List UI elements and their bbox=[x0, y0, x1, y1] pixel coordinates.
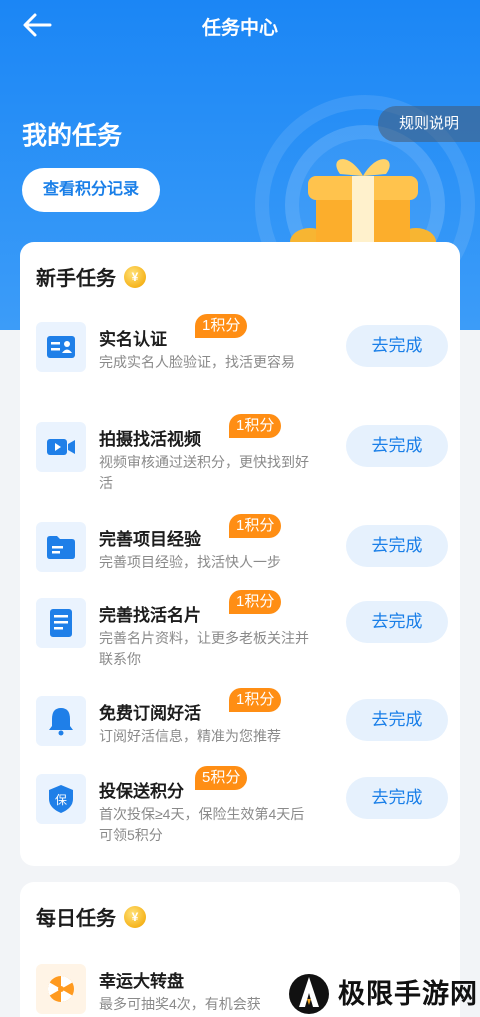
task-description: 最多可抽奖4次，有机会获 bbox=[99, 996, 261, 1012]
watermark: 极限手游网 bbox=[288, 966, 480, 1017]
hero-title: 我的任务 bbox=[22, 122, 123, 150]
task-name: 实名认证 bbox=[99, 330, 167, 349]
go-complete-button[interactable]: 去完成 bbox=[346, 699, 448, 741]
task-name: 完善找活名片 bbox=[99, 606, 201, 625]
points-badge: 1积分 bbox=[229, 688, 282, 712]
task-description: 视频审核通过送积分，更快找到好活 bbox=[99, 454, 309, 491]
watermark-logo-icon bbox=[289, 973, 329, 1014]
task-item: 完善找活名片 1积分 完善名片资料，让更多老板关注并联系你 去完成 bbox=[36, 590, 448, 668]
folder-icon bbox=[36, 522, 86, 572]
task-item: 实名认证 1积分 完成实名人脸验证，找活更容易 去完成 bbox=[36, 314, 448, 392]
task-item: 保 投保送积分 5积分 首次投保≥4天，保险生效第4天后可领5积分 去完成 bbox=[36, 766, 448, 844]
rules-button[interactable]: 规则说明 bbox=[378, 106, 480, 142]
task-item: 免费订阅好活 1积分 订阅好活信息，精准为您推荐 去完成 bbox=[36, 688, 448, 746]
points-badge: 1积分 bbox=[229, 514, 282, 538]
section-title: 每日任务 bbox=[36, 908, 116, 930]
task-name: 拍摄找活视频 bbox=[99, 430, 201, 449]
card-header: 每日任务 ¥ bbox=[36, 902, 146, 931]
task-item: 完善项目经验 1积分 完善项目经验，找活快人一步 去完成 bbox=[36, 514, 448, 572]
gift-box-icon bbox=[290, 159, 436, 250]
points-badge: 5积分 bbox=[195, 766, 248, 790]
go-complete-button[interactable]: 去完成 bbox=[346, 525, 448, 567]
card-header: 新手任务 ¥ bbox=[36, 262, 146, 291]
top-bar: 任务中心 bbox=[0, 0, 480, 52]
newbie-tasks-card: 新手任务 ¥ 实名认证 1积分 完成实名人脸验证，找活更容易 去完成 拍摄找活视… bbox=[20, 242, 460, 866]
task-description: 完善项目经验，找活快人一步 bbox=[99, 554, 281, 570]
go-complete-button[interactable]: 去完成 bbox=[346, 601, 448, 643]
bell-icon bbox=[36, 696, 86, 746]
coin-icon: ¥ bbox=[124, 265, 146, 288]
points-badge: 1积分 bbox=[229, 590, 282, 614]
task-description: 订阅好活信息，精准为您推荐 bbox=[99, 728, 281, 744]
points-badge: 1积分 bbox=[229, 414, 282, 438]
go-complete-button[interactable]: 去完成 bbox=[346, 777, 448, 819]
task-description: 完成实名人脸验证，找活更容易 bbox=[99, 354, 295, 370]
page-title: 任务中心 bbox=[201, 18, 278, 39]
section-title: 新手任务 bbox=[36, 268, 116, 290]
svg-text:保: 保 bbox=[55, 793, 67, 807]
shield-icon: 保 bbox=[36, 774, 86, 824]
watermark-text: 极限手游网 bbox=[338, 979, 478, 1010]
go-complete-button[interactable]: 去完成 bbox=[346, 325, 448, 367]
task-description: 完善名片资料，让更多老板关注并联系你 bbox=[99, 630, 309, 667]
wheel-icon bbox=[36, 964, 86, 1014]
task-name: 免费订阅好活 bbox=[99, 704, 201, 723]
video-icon bbox=[36, 422, 86, 472]
task-name: 完善项目经验 bbox=[99, 530, 201, 549]
task-item: 拍摄找活视频 1积分 视频审核通过送积分，更快找到好活 去完成 bbox=[36, 414, 448, 492]
view-points-record-button[interactable]: 查看积分记录 bbox=[22, 168, 160, 212]
id-card-icon bbox=[36, 322, 86, 372]
coin-icon: ¥ bbox=[124, 905, 146, 928]
document-icon bbox=[36, 598, 86, 648]
task-name: 幸运大转盘 bbox=[99, 972, 184, 991]
points-badge: 1积分 bbox=[195, 314, 248, 338]
go-complete-button[interactable]: 去完成 bbox=[346, 425, 448, 467]
task-description: 首次投保≥4天，保险生效第4天后可领5积分 bbox=[99, 806, 305, 843]
task-name: 投保送积分 bbox=[99, 782, 184, 801]
